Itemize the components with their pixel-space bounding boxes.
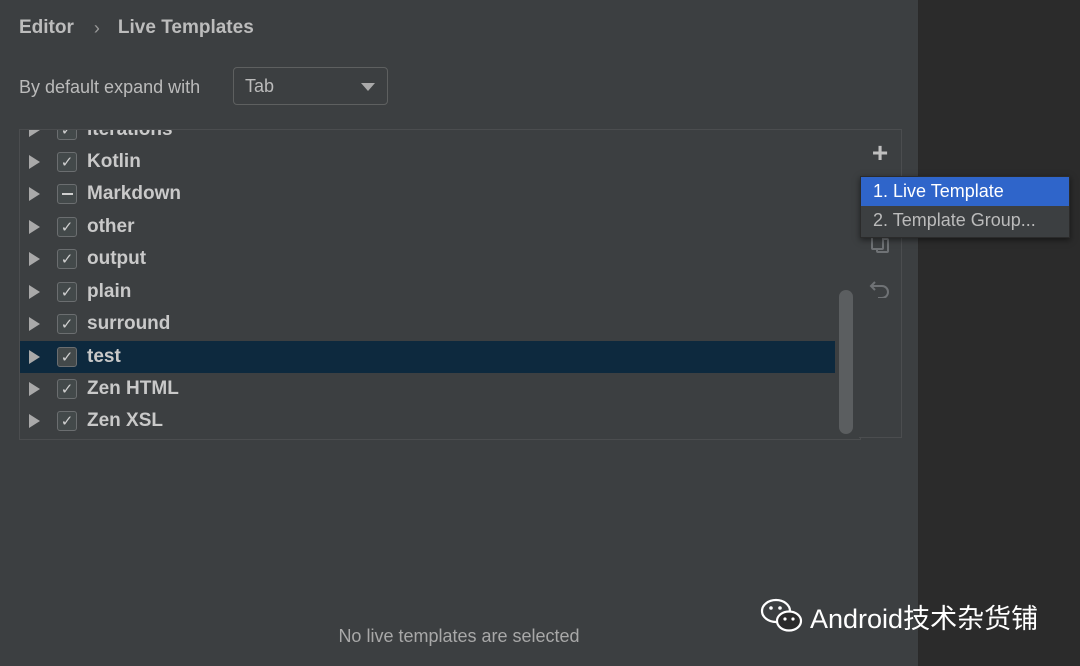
wechat-icon [760, 598, 803, 632]
settings-panel: Editor › Live Templates By default expan… [0, 0, 919, 666]
group-checkbox[interactable]: ✓ [57, 217, 77, 237]
add-menu-popup: 1. Live Template 2. Template Group... [860, 176, 1070, 238]
expand-with-select[interactable]: Tab [233, 67, 388, 105]
group-label: Markdown [87, 183, 181, 204]
group-checkbox[interactable]: ✓ [57, 411, 77, 431]
tree-row-other[interactable]: ✓ other [20, 211, 835, 243]
tree-row-kotlin[interactable]: ✓ Kotlin [20, 146, 835, 178]
expand-arrow-icon[interactable] [29, 187, 40, 201]
watermark: Android技术杂货铺 [760, 596, 1038, 636]
tree-row-plain[interactable]: ✓ plain [20, 276, 835, 308]
group-label: iterations [87, 129, 173, 140]
expand-arrow-icon[interactable] [29, 220, 40, 234]
plus-icon: + [871, 137, 889, 168]
expand-arrow-icon[interactable] [29, 155, 40, 169]
group-checkbox[interactable]: ✓ [57, 130, 77, 140]
group-label: surround [87, 313, 171, 334]
expand-arrow-icon[interactable] [29, 130, 40, 137]
breadcrumb: Editor › Live Templates [19, 15, 254, 41]
chevron-down-icon [361, 83, 375, 91]
expand-arrow-icon[interactable] [29, 350, 40, 364]
group-label: other [87, 216, 135, 237]
tree-row-zen-xsl[interactable]: ✓ Zen XSL [20, 405, 835, 437]
expand-arrow-icon[interactable] [29, 285, 40, 299]
group-label: plain [87, 281, 132, 302]
expand-arrow-icon[interactable] [29, 382, 40, 396]
watermark-text: Android技术杂货铺 [810, 603, 1039, 634]
tree-scrollbar[interactable] [839, 290, 853, 434]
tree-row-surround[interactable]: ✓ surround [20, 308, 835, 340]
group-label: test [87, 346, 121, 367]
group-label: Kotlin [87, 151, 141, 172]
expand-arrow-icon[interactable] [29, 252, 40, 266]
tree-row-test[interactable]: ✓ test [20, 341, 835, 373]
breadcrumb-separator-icon: › [93, 17, 100, 38]
group-checkbox[interactable]: ✓ [57, 282, 77, 302]
undo-icon [869, 281, 889, 298]
breadcrumb-editor[interactable]: Editor [19, 17, 74, 39]
expand-with-label: By default expand with [19, 76, 201, 97]
expand-arrow-icon[interactable] [29, 414, 40, 428]
group-label: Zen HTML [87, 378, 179, 399]
menu-item-live-template[interactable]: 1. Live Template [861, 177, 1069, 206]
add-button[interactable]: + [859, 135, 901, 171]
group-label: Zen XSL [87, 410, 164, 431]
group-checkbox[interactable]: ✓ [57, 152, 77, 172]
menu-item-template-group[interactable]: 2. Template Group... [861, 206, 1069, 235]
tree-row-iterations[interactable]: ✓ iterations [20, 129, 835, 146]
group-checkbox-partial[interactable] [57, 184, 77, 204]
group-checkbox[interactable]: ✓ [57, 347, 77, 367]
tree-row-markdown[interactable]: Markdown [20, 178, 835, 210]
group-checkbox[interactable]: ✓ [57, 249, 77, 269]
group-checkbox[interactable]: ✓ [57, 314, 77, 334]
template-groups-tree[interactable]: ✓ iterations ✓ Kotlin Markdown ✓ other ✓… [19, 129, 861, 440]
tree-row-zen-html[interactable]: ✓ Zen HTML [20, 373, 835, 405]
restore-button[interactable] [859, 269, 901, 305]
tree-row-output[interactable]: ✓ output [20, 243, 835, 275]
group-checkbox[interactable]: ✓ [57, 379, 77, 399]
expand-with-value: Tab [245, 75, 275, 96]
expand-arrow-icon[interactable] [29, 317, 40, 331]
breadcrumb-live-templates: Live Templates [117, 17, 254, 38]
group-label: output [87, 248, 147, 269]
